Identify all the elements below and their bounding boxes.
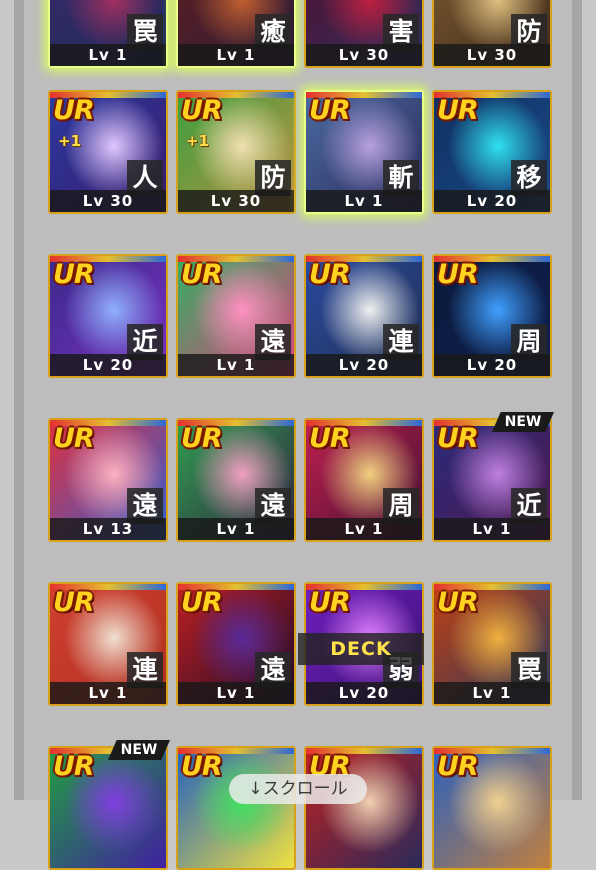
- unit-card[interactable]: UR 遠 Lv 1: [176, 254, 296, 378]
- rarity-label: UR: [181, 95, 223, 126]
- level-label: Lv 20: [434, 190, 550, 212]
- level-label: Lv 1: [178, 518, 294, 540]
- unit-card[interactable]: UR 近 Lv 20: [48, 254, 168, 378]
- level-label: Lv 30: [306, 44, 422, 66]
- unit-card[interactable]: UR: [176, 746, 296, 870]
- unit-card[interactable]: UR 連 Lv 20: [304, 254, 424, 378]
- level-label: Lv 1: [50, 44, 166, 66]
- rarity-label: UR: [53, 587, 95, 618]
- level-label: Lv 20: [434, 354, 550, 376]
- rarity-label: UR: [437, 95, 479, 126]
- unit-card[interactable]: UR: [432, 746, 552, 870]
- rarity-label: UR: [309, 95, 351, 126]
- level-label: Lv 1: [306, 190, 422, 212]
- unit-card[interactable]: 害 Lv 30: [304, 0, 424, 68]
- unit-card[interactable]: 癒 Lv 1: [176, 0, 296, 68]
- rarity-label: UR: [309, 587, 351, 618]
- level-label: Lv 1: [178, 682, 294, 704]
- level-label: Lv 30: [178, 190, 294, 212]
- level-label: Lv 13: [50, 518, 166, 540]
- unit-card[interactable]: UR 周 Lv 20: [432, 254, 552, 378]
- rarity-label: UR: [437, 259, 479, 290]
- rarity-label: UR: [53, 751, 95, 782]
- level-label: Lv 1: [306, 518, 422, 540]
- rarity-label: UR: [53, 259, 95, 290]
- rarity-label: UR: [53, 423, 95, 454]
- rarity-label: UR: [53, 95, 95, 126]
- rarity-label: UR: [437, 751, 479, 782]
- level-label: Lv 30: [434, 44, 550, 66]
- rarity-label: UR: [309, 259, 351, 290]
- rarity-label: UR: [437, 423, 479, 454]
- level-label: Lv 20: [50, 354, 166, 376]
- plus-badge: +1: [58, 132, 82, 150]
- new-badge: NEW: [492, 412, 554, 432]
- level-label: Lv 1: [178, 44, 294, 66]
- unit-card[interactable]: UR 連 Lv 1: [48, 582, 168, 706]
- rarity-label: UR: [181, 259, 223, 290]
- rarity-label: UR: [181, 423, 223, 454]
- card-grid: 罠 Lv 1 癒 Lv 1 害 Lv 30 防 Lv 30 UR +1 人 Lv 30 UR +1 防 Lv …: [0, 0, 596, 870]
- unit-card[interactable]: UR 斬 Lv 1: [304, 90, 424, 214]
- unit-card[interactable]: UR: [304, 746, 424, 870]
- level-label: Lv 30: [50, 190, 166, 212]
- rarity-label: UR: [437, 587, 479, 618]
- level-label: Lv 20: [306, 354, 422, 376]
- unit-card[interactable]: UR +1 防 Lv 30: [176, 90, 296, 214]
- deck-label: DECK: [298, 633, 424, 665]
- level-label: Lv 1: [434, 518, 550, 540]
- level-label: Lv 1: [434, 682, 550, 704]
- level-label: Lv 1: [178, 354, 294, 376]
- rarity-label: UR: [181, 587, 223, 618]
- unit-card[interactable]: UR 近 Lv 1: [432, 418, 552, 542]
- level-label: Lv 20: [306, 682, 422, 704]
- unit-card[interactable]: UR 遠 Lv 13: [48, 418, 168, 542]
- unit-card[interactable]: UR +1 人 Lv 30: [48, 90, 168, 214]
- level-label: Lv 1: [50, 682, 166, 704]
- unit-card[interactable]: UR 移 Lv 20: [432, 90, 552, 214]
- unit-card[interactable]: UR 遠 Lv 1: [176, 418, 296, 542]
- unit-card[interactable]: UR 遠 Lv 1: [176, 582, 296, 706]
- unit-card[interactable]: UR: [48, 746, 168, 870]
- rarity-label: UR: [181, 751, 223, 782]
- unit-card[interactable]: 防 Lv 30: [432, 0, 552, 68]
- rarity-label: UR: [309, 423, 351, 454]
- new-badge: NEW: [108, 740, 170, 760]
- plus-badge: +1: [186, 132, 210, 150]
- unit-card[interactable]: UR 罠 Lv 1: [432, 582, 552, 706]
- unit-card[interactable]: 罠 Lv 1: [48, 0, 168, 68]
- unit-card[interactable]: UR 周 Lv 1: [304, 418, 424, 542]
